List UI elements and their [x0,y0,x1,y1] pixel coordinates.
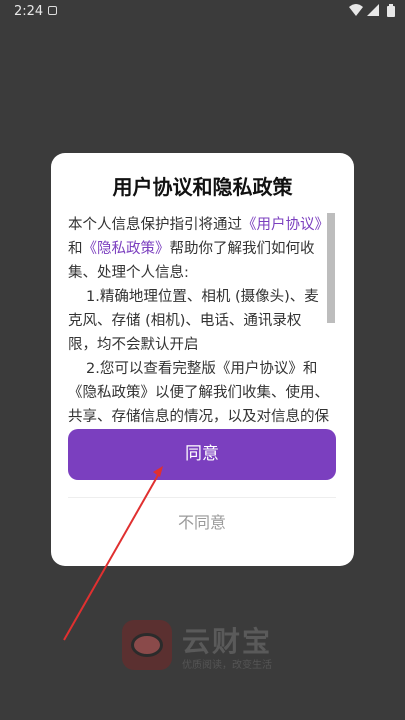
dialog-title: 用户协议和隐私政策 [112,175,293,199]
agree-button[interactable]: 同意 [68,429,336,480]
permission-item-1: 1.精确地理位置、相机 (摄像头)、麦克风、存储 (相机)、电话、通讯录权限，均… [68,289,319,353]
user-agreement-link[interactable]: 《用户协议》 [242,217,329,233]
intro-prefix: 本个人信息保护指引将通过 [68,217,242,233]
app-name: 云财宝 [182,625,273,658]
divider [68,497,336,498]
app-brand: 云财宝 优质阅读，改变生活 [122,618,292,674]
content-scrollbar[interactable] [327,213,335,323]
privacy-policy-link[interactable]: 《隐私政策》 [83,241,170,257]
and-text: 和 [68,241,83,257]
app-logo [122,620,172,670]
privacy-dialog: 用户协议和隐私政策 本个人信息保护指引将通过《用户协议》和《隐私政策》帮助你了解… [51,153,354,566]
status-bar: 2:24 [0,0,405,24]
permission-item-2: 2.您可以查看完整版《用户协议》和《隐私政策》以便了解我们收集、使用、共享、存储… [68,361,329,425]
dialog-content[interactable]: 本个人信息保护指引将通过《用户协议》和《隐私政策》帮助你了解我们如何收集、处理个… [68,213,330,427]
battery-icon [387,4,395,21]
wifi-icon [349,4,363,20]
status-time: 2:24 [14,4,44,19]
signal-icon [367,4,379,20]
disagree-button[interactable]: 不同意 [68,503,336,543]
app-slogan: 优质阅读，改变生活 [182,660,272,671]
notification-icon [48,6,57,15]
